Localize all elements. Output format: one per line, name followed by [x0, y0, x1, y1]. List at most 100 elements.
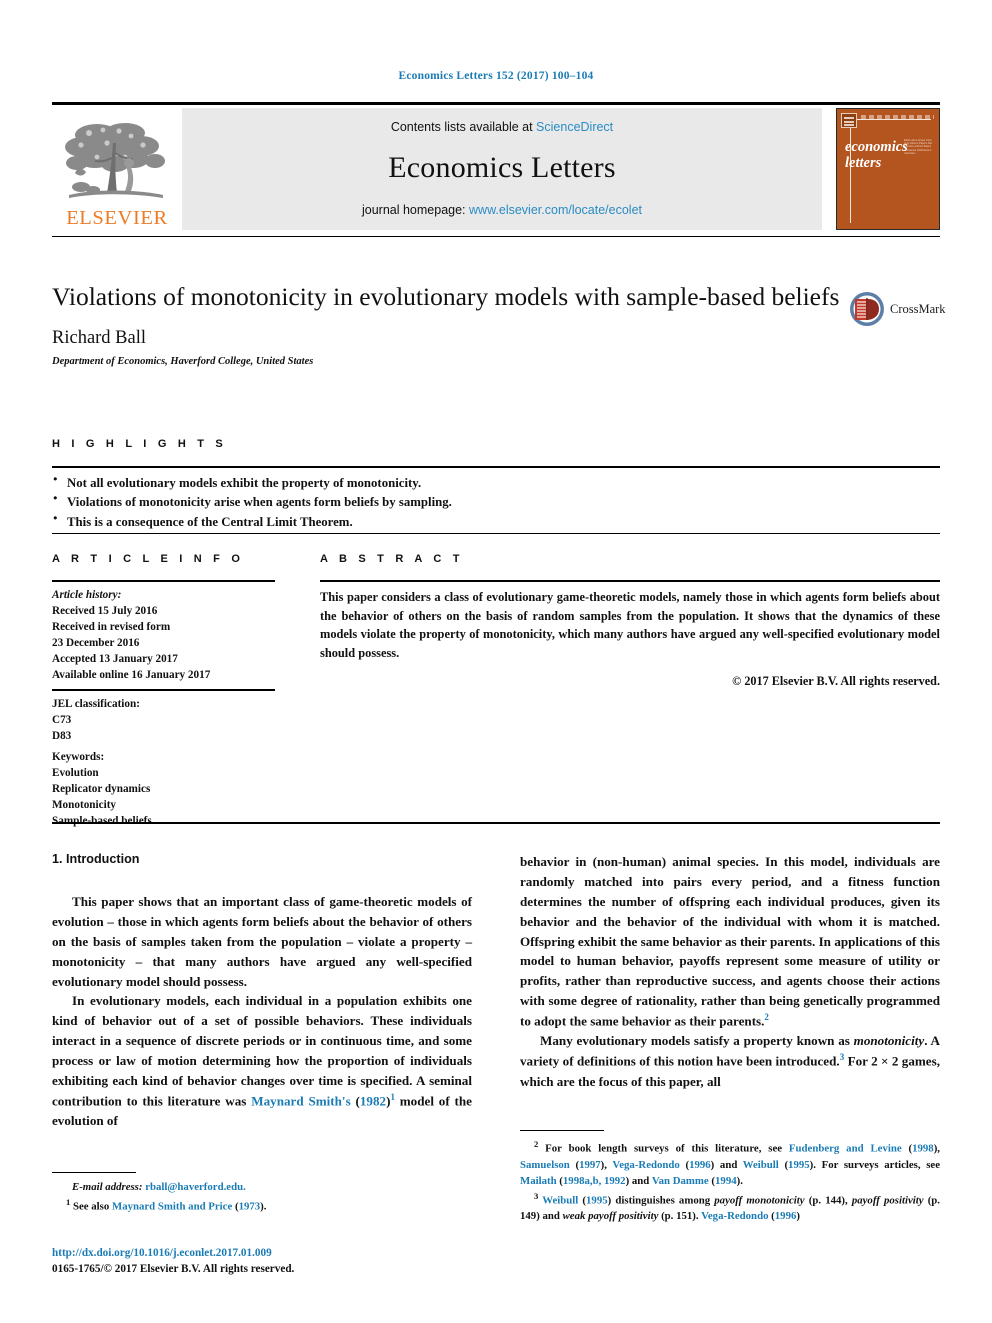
- citation-link[interactable]: Maynard Smith's: [251, 1093, 350, 1108]
- contents-line: Contents lists available at ScienceDirec…: [391, 120, 613, 134]
- footnote-number: 1: [66, 1196, 71, 1207]
- emphasis-monotonicity: monotonicity: [853, 1033, 925, 1049]
- abstract-text: This paper considers a class of evolutio…: [320, 590, 940, 660]
- elsevier-wordmark: ELSEVIER: [66, 206, 168, 229]
- paragraph-text: behavior in (non-human) animal species. …: [520, 854, 940, 1029]
- citation-link[interactable]: Weibull: [542, 1194, 578, 1206]
- doi-link[interactable]: http://dx.doi.org/10.1016/j.econlet.2017…: [52, 1247, 272, 1259]
- jel-classification: JEL classification: C73 D83: [52, 697, 292, 745]
- crossmark-label: CrossMark: [890, 301, 946, 316]
- citation-year-link[interactable]: 1998: [912, 1143, 934, 1155]
- citation-year-link[interactable]: 1995: [586, 1194, 608, 1206]
- cover-wordmark: economics letters: [845, 139, 908, 171]
- article-info-rule-2: [52, 689, 275, 691]
- keyword: Monotonicity: [52, 798, 117, 811]
- citation-link[interactable]: Fudenberg and Levine: [789, 1143, 902, 1155]
- citation-link[interactable]: Mailath: [520, 1175, 557, 1187]
- masthead-bottom-rule: [52, 236, 940, 237]
- keyword: Replicator dynamics: [52, 782, 151, 795]
- abstract-rule: [320, 580, 940, 582]
- emphasis-term: payoff monotonicity: [714, 1194, 805, 1207]
- footnotes-right: 2 For book length surveys of this litera…: [520, 1138, 940, 1225]
- footnote-2: 2 For book length surveys of this litera…: [520, 1139, 940, 1187]
- citation-link[interactable]: Maynard Smith and Price: [112, 1200, 232, 1212]
- body-top-rule: [52, 822, 940, 824]
- journal-homepage-link[interactable]: www.elsevier.com/locate/ecolet: [469, 203, 642, 217]
- citation-year-link[interactable]: 1996: [689, 1159, 711, 1171]
- citation-year-link[interactable]: 1996: [775, 1210, 797, 1222]
- journal-cover-thumbnail[interactable]: economics letters Editor Aims Scope Cont…: [836, 108, 940, 230]
- imprint-block: http://dx.doi.org/10.1016/j.econlet.2017…: [52, 1245, 522, 1277]
- footnote-rule-right: [520, 1130, 604, 1132]
- history-revised-date: 23 December 2016: [52, 636, 140, 649]
- running-head: Economics Letters 152 (2017) 100–104: [398, 70, 594, 82]
- cover-toc-text: Editor Aims Scope Contents Volume Papers…: [904, 139, 932, 155]
- article-history-label: Article history:: [52, 589, 122, 601]
- list-item: Not all evolutionary models exhibit the …: [52, 473, 940, 493]
- list-item: This is a consequence of the Central Lim…: [52, 512, 940, 532]
- jel-code: C73: [52, 713, 72, 726]
- sciencedirect-link[interactable]: ScienceDirect: [536, 120, 613, 134]
- footnotes-left: E-mail address: rball@haverford.edu. 1 S…: [52, 1180, 472, 1215]
- contents-prefix: Contents lists available at: [390, 120, 537, 134]
- keywords-block: Keywords: Evolution Replicator dynamics …: [52, 750, 292, 830]
- citation-year-link[interactable]: 1995: [788, 1159, 810, 1171]
- section-title-introduction: 1. Introduction: [52, 852, 140, 866]
- cover-word-line1: economics: [845, 139, 908, 155]
- highlights-list: Not all evolutionary models exhibit the …: [52, 473, 940, 532]
- citation-year-link[interactable]: 1982: [360, 1093, 386, 1108]
- citation-link[interactable]: Van Damme: [652, 1175, 709, 1187]
- history-accepted: Accepted 13 January 2017: [52, 652, 178, 665]
- cover-header-rule: [861, 115, 934, 119]
- journal-title: Economics Letters: [388, 151, 616, 184]
- email-link[interactable]: rball@haverford.edu.: [145, 1181, 246, 1193]
- citation-link[interactable]: Vega-Redondo: [612, 1159, 679, 1171]
- masthead-center: Contents lists available at ScienceDirec…: [182, 108, 822, 230]
- author-affiliation: Department of Economics, Haverford Colle…: [52, 355, 314, 367]
- doi-line: http://dx.doi.org/10.1016/j.econlet.2017…: [52, 1245, 522, 1261]
- keywords-label: Keywords:: [52, 751, 105, 763]
- highlights-rule: [52, 466, 940, 468]
- issn-copyright-line: 0165-1765/© 2017 Elsevier B.V. All right…: [52, 1263, 295, 1276]
- abstract-copyright: © 2017 Elsevier B.V. All rights reserved…: [732, 674, 940, 688]
- masthead: ELSEVIER Contents lists available at Sci…: [52, 108, 940, 230]
- article-info-heading: A R T I C L E I N F O: [52, 553, 245, 565]
- citation-link[interactable]: Vega-Redondo: [701, 1210, 768, 1222]
- article-info-rule: [52, 580, 275, 582]
- corresponding-email: E-mail address: rball@haverford.edu.: [52, 1180, 472, 1196]
- paragraph: This paper shows that an important class…: [52, 894, 472, 989]
- journal-homepage-line: journal homepage: www.elsevier.com/locat…: [362, 203, 642, 217]
- citation-year-link[interactable]: 1994: [715, 1175, 737, 1187]
- footnote-number: 2: [534, 1139, 539, 1149]
- citation-year-link[interactable]: 1997: [579, 1159, 601, 1171]
- emphasis-term: payoff positivity: [851, 1194, 924, 1207]
- crossmark-badge[interactable]: CrossMark: [848, 288, 946, 330]
- footnote-ref-2[interactable]: 2: [764, 1012, 769, 1022]
- jel-code: D83: [52, 729, 72, 742]
- citation-year-link[interactable]: 1973: [239, 1200, 261, 1212]
- footnote-rule-left: [52, 1172, 136, 1174]
- citation-year-link[interactable]: 1998a,b, 1992: [563, 1175, 626, 1187]
- abstract-heading: A B S T R A C T: [320, 553, 464, 565]
- history-revised-label: Received in revised form: [52, 620, 171, 633]
- email-label: E-mail address:: [72, 1181, 143, 1193]
- list-item: Violations of monotonicity arise when ag…: [52, 492, 940, 512]
- highlights-bottom-rule: [52, 533, 940, 534]
- jel-label: JEL classification:: [52, 698, 140, 710]
- history-online: Available online 16 January 2017: [52, 668, 211, 681]
- footnote-3: 3 Weibull (1995) distinguishes among pay…: [520, 1190, 941, 1223]
- homepage-prefix: journal homepage:: [361, 203, 470, 217]
- cover-word-line2: letters: [845, 155, 882, 172]
- citation-link[interactable]: Weibull: [743, 1159, 779, 1171]
- paragraph: behavior in (non-human) animal species. …: [520, 852, 940, 1031]
- footnote-number: 3: [534, 1190, 539, 1201]
- paragraph: In evolutionary models, each individual …: [52, 993, 472, 1129]
- emphasis-term: weak payoff positivity: [562, 1210, 659, 1223]
- cover-stamp-icon: [841, 113, 857, 128]
- author-name: Richard Ball: [52, 327, 147, 348]
- paragraph: Many evolutionary models satisfy a prope…: [520, 1033, 940, 1089]
- citation-link[interactable]: Samuelson: [520, 1159, 570, 1171]
- highlights-heading: H I G H L I G H T S: [52, 438, 227, 450]
- keyword: Evolution: [52, 766, 99, 779]
- article-history: Article history: Received 15 July 2016 R…: [52, 588, 292, 683]
